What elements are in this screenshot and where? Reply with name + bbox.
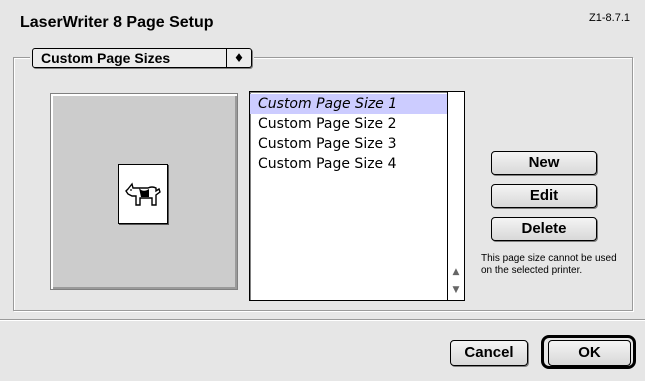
- popup-menu-button[interactable]: Custom Page Sizes ♦: [32, 48, 252, 68]
- scroll-down-arrow-icon[interactable]: ▼: [448, 282, 464, 298]
- list-item[interactable]: Custom Page Size 4: [250, 154, 451, 174]
- unsupported-size-note: This page size cannot be used on the sel…: [481, 253, 617, 276]
- popup-arrows-icon: ♦: [226, 49, 251, 67]
- dialog-title: LaserWriter 8 Page Setup: [20, 14, 214, 31]
- list-item[interactable]: Custom Page Size 2: [250, 114, 451, 134]
- cancel-button[interactable]: Cancel: [450, 340, 528, 366]
- scroll-up-arrow-icon[interactable]: ▲: [448, 264, 464, 280]
- list-scrollbar[interactable]: ▲ ▼: [447, 92, 464, 300]
- list-item[interactable]: Custom Page Size 3: [250, 134, 451, 154]
- page-preview: [50, 93, 238, 290]
- list-item[interactable]: Custom Page Size 1: [250, 94, 451, 114]
- footer-divider: [0, 319, 645, 321]
- settings-popup[interactable]: Custom Page Sizes ♦: [30, 47, 254, 69]
- edit-button[interactable]: Edit: [491, 184, 597, 208]
- ok-button[interactable]: OK: [548, 340, 631, 366]
- dogcow-icon: [125, 182, 161, 206]
- version-label: Z1-8.7.1: [589, 12, 630, 24]
- page-size-list[interactable]: Custom Page Size 1 Custom Page Size 2 Cu…: [249, 91, 465, 301]
- delete-button[interactable]: Delete: [491, 217, 597, 241]
- popup-selected-label: Custom Page Sizes: [41, 50, 171, 66]
- new-button[interactable]: New: [491, 151, 597, 175]
- dogcow-page-icon: [118, 164, 168, 224]
